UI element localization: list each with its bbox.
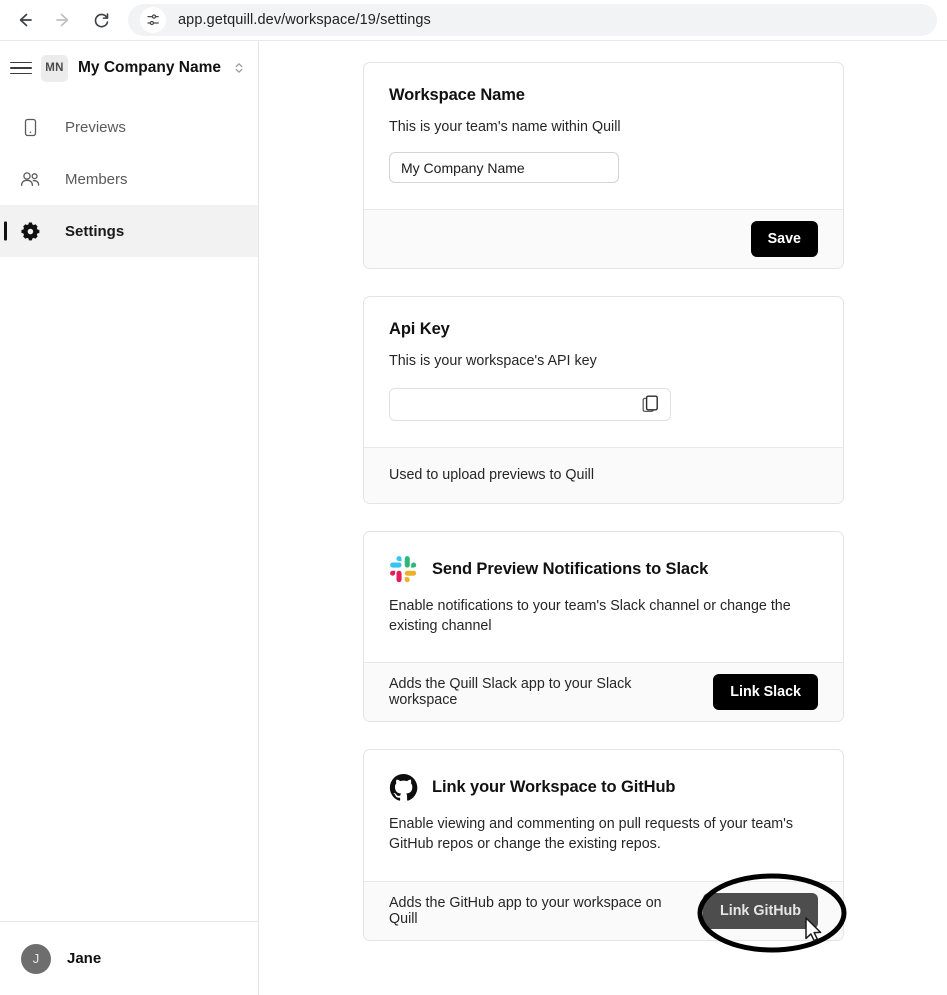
back-button[interactable] — [10, 5, 40, 35]
browser-toolbar: app.getquill.dev/workspace/19/settings — [0, 0, 947, 41]
card-title: Link your Workspace to GitHub — [432, 778, 676, 797]
card-body: Send Preview Notifications to Slack Enab… — [364, 532, 843, 663]
card-description: Enable viewing and commenting on pull re… — [389, 816, 794, 853]
forward-button[interactable] — [48, 5, 78, 35]
workspace-switcher-button[interactable] — [232, 60, 246, 76]
card-footer: Adds the GitHub app to your workspace on… — [364, 880, 843, 940]
footer-note: Adds the Quill Slack app to your Slack w… — [389, 676, 632, 709]
workspace-name-label: My Company Name — [78, 59, 221, 76]
link-github-button[interactable]: Link GitHub — [702, 892, 818, 929]
reload-icon — [94, 12, 108, 27]
footer-note: Adds the GitHub app to your workspace on… — [389, 894, 662, 927]
footer-note: Used to upload previews to Quill — [389, 467, 595, 484]
sliders-icon — [147, 14, 159, 26]
device-icon — [19, 116, 41, 138]
settings-cards: Workspace Name This is your team's name … — [259, 41, 947, 941]
card-api-key: Api Key This is your workspace's API key… — [363, 296, 844, 504]
card-body: Workspace Name This is your team's name … — [364, 63, 843, 209]
hamburger-menu-icon[interactable] — [10, 57, 32, 79]
avatar: J — [21, 943, 51, 974]
card-title: Send Preview Notifications to Slack — [432, 559, 709, 578]
card-footer: Adds the Quill Slack app to your Slack w… — [364, 662, 843, 722]
card-description: This is your team's name within Quill — [389, 119, 621, 135]
sidebar-item-label: Settings — [65, 222, 125, 240]
address-bar[interactable]: app.getquill.dev/workspace/19/settings — [128, 4, 937, 36]
workspace-name-input[interactable] — [389, 152, 619, 184]
workspace-avatar: MN — [41, 54, 68, 82]
sidebar-item-previews[interactable]: Previews — [0, 101, 258, 153]
github-icon — [389, 773, 418, 802]
sidebar-item-label: Previews — [65, 118, 126, 136]
sidebar-nav: Previews Members Settings — [0, 101, 258, 257]
main-content: Workspace Name This is your team's name … — [259, 41, 947, 995]
reload-button[interactable] — [86, 5, 116, 35]
card-title: Api Key — [389, 320, 450, 339]
api-key-field[interactable] — [389, 387, 671, 421]
user-profile-row[interactable]: J Jane — [0, 921, 258, 995]
card-body: Link your Workspace to GitHub Enable vie… — [364, 750, 843, 881]
sidebar-item-label: Members — [65, 170, 128, 188]
workspace-header: MN My Company Name — [0, 41, 258, 95]
chevron-up-down-icon — [235, 63, 243, 73]
user-name-label: Jane — [67, 950, 102, 967]
forward-arrow-icon — [56, 13, 69, 27]
card-title-row: Send Preview Notifications to Slack — [389, 555, 818, 584]
save-button[interactable]: Save — [750, 221, 818, 258]
card-description: This is your workspace's API key — [389, 353, 597, 370]
card-title-row: Link your Workspace to GitHub — [389, 773, 818, 802]
card-title: Workspace Name — [389, 86, 525, 104]
app-root: app.getquill.dev/workspace/19/settings M… — [0, 0, 947, 995]
url-text: app.getquill.dev/workspace/19/settings — [178, 12, 431, 28]
sidebar-item-settings[interactable]: Settings — [0, 205, 258, 257]
link-slack-button[interactable]: Link Slack — [713, 674, 818, 711]
card-workspace-name: Workspace Name This is your team's name … — [363, 62, 844, 270]
back-arrow-icon — [19, 13, 32, 27]
card-description: Enable notifications to your team's Slac… — [389, 597, 791, 634]
sidebar: MN My Company Name Previews Members Sett… — [0, 41, 259, 995]
sidebar-item-members[interactable]: Members — [0, 153, 258, 205]
gear-icon — [19, 220, 41, 242]
card-slack: Send Preview Notifications to Slack Enab… — [363, 530, 844, 723]
copy-icon[interactable] — [641, 395, 660, 414]
site-settings-button[interactable] — [140, 7, 166, 33]
card-github: Link your Workspace to GitHub Enable vie… — [363, 749, 844, 941]
card-footer: Used to upload previews to Quill — [364, 446, 843, 503]
card-footer: Save — [364, 209, 843, 269]
people-icon — [19, 168, 41, 190]
card-body: Api Key This is your workspace's API key — [364, 297, 843, 446]
slack-icon — [389, 555, 418, 584]
